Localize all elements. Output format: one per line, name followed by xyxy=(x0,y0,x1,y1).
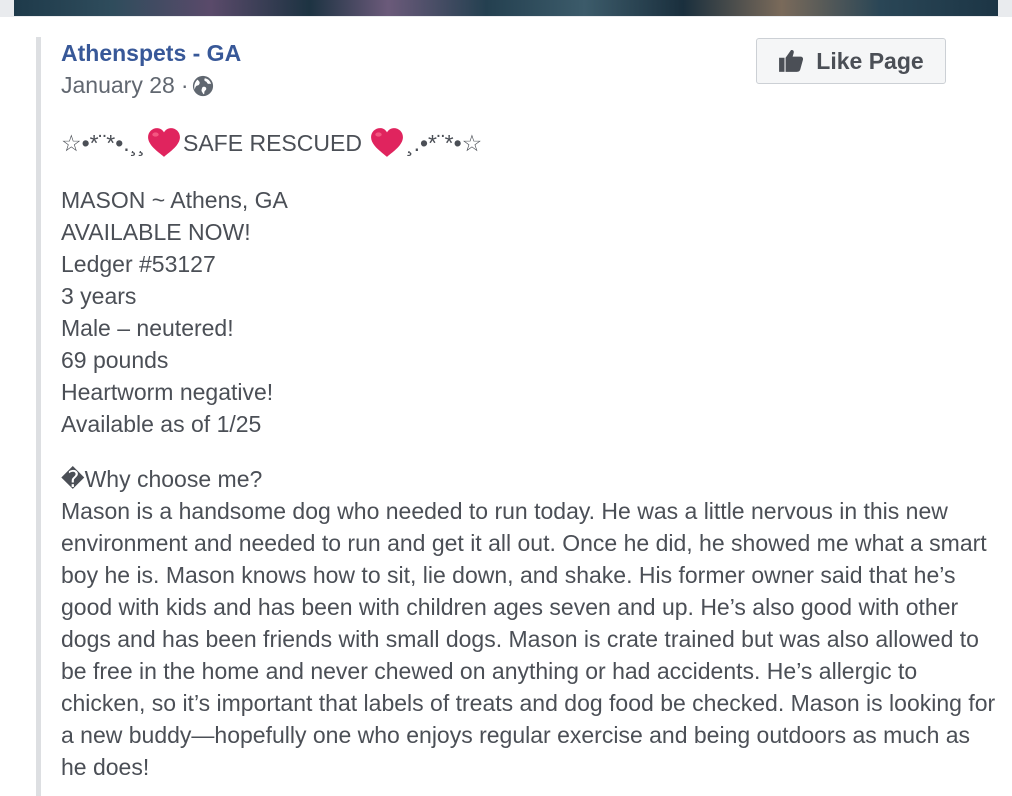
post-meta: January 28 · xyxy=(61,72,214,99)
detail-line: Heartworm negative! xyxy=(61,379,274,405)
pet-details: MASON ~ Athens, GA AVAILABLE NOW! Ledger… xyxy=(61,184,1001,440)
detail-line: AVAILABLE NOW! xyxy=(61,219,251,245)
why-heading: �Why choose me? xyxy=(61,466,263,492)
headline-text: SAFE RESCUED xyxy=(183,130,362,156)
cover-photo-strip xyxy=(14,0,998,16)
detail-line: 3 years xyxy=(61,283,137,309)
post-description: Mason is a handsome dog who needed to ru… xyxy=(61,498,996,780)
meta-separator: · xyxy=(180,72,189,98)
why-section: �Why choose me? Mason is a handsome dog … xyxy=(61,463,1001,783)
globe-icon[interactable] xyxy=(192,75,214,97)
headline-suffix: ¸.•*¨*•☆ xyxy=(405,130,483,156)
detail-line: Ledger #53127 xyxy=(61,251,216,277)
detail-line: Available as of 1/25 xyxy=(61,411,262,437)
heart-icon xyxy=(148,128,180,157)
like-page-button[interactable]: Like Page xyxy=(756,38,946,84)
detail-line: MASON ~ Athens, GA xyxy=(61,187,288,213)
post-date[interactable]: January 28 xyxy=(61,72,175,99)
post-headline: ☆•*¨*•.¸¸ SAFE RESCUED ¸.•*¨*•☆ xyxy=(61,127,1001,159)
detail-line: 69 pounds xyxy=(61,347,169,373)
thumbs-up-icon xyxy=(779,50,804,72)
like-page-label: Like Page xyxy=(816,47,924,74)
quote-bar xyxy=(36,37,41,796)
detail-line: Male – neutered! xyxy=(61,315,234,341)
heart-icon xyxy=(371,128,403,157)
headline-prefix: ☆•*¨*•.¸¸ xyxy=(61,130,145,156)
post-card: Athenspets - GA January 28 · Like Page ☆… xyxy=(0,17,1012,796)
page-name-link[interactable]: Athenspets - GA xyxy=(61,40,241,67)
